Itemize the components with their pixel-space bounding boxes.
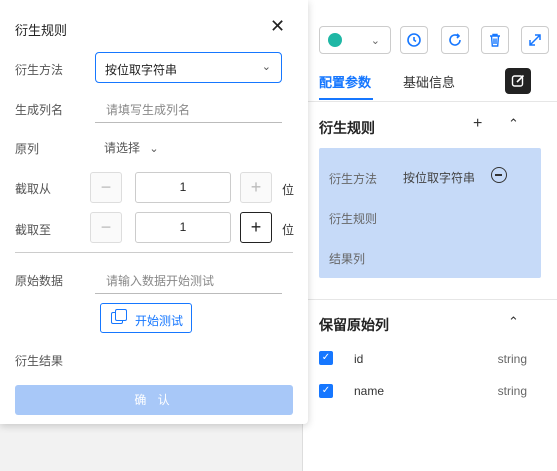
- copy-icon-front: [115, 309, 127, 321]
- from-label: 截取从: [15, 182, 52, 196]
- card-method-value: 按位取字符串: [403, 171, 476, 185]
- derive-rule-modal: 衍生规则 ✕ 衍生方法 按位取字符串 ⌄ 生成列名 请填写生成列名 原列 请选择…: [0, 0, 308, 424]
- rule-section-title: 衍生规则: [319, 120, 375, 136]
- chevron-down-icon: ⌄: [370, 35, 380, 47]
- rawdata-label: 原始数据: [15, 274, 64, 288]
- add-rule-icon[interactable]: +: [473, 115, 482, 133]
- refresh-button[interactable]: [441, 26, 469, 54]
- divider: [15, 252, 293, 253]
- to-input[interactable]: 1: [135, 212, 231, 243]
- column-type: string: [497, 384, 527, 398]
- collapse-keep-icon[interactable]: ⌃: [508, 314, 519, 330]
- from-decrement-button[interactable]: −: [90, 172, 122, 203]
- start-test-button[interactable]: 开始测试: [100, 303, 192, 333]
- trash-icon: [490, 33, 500, 47]
- method-label: 衍生方法: [15, 63, 64, 77]
- to-unit: 位: [282, 223, 295, 237]
- rawdata-placeholder: 请输入数据开始测试: [106, 274, 215, 288]
- delete-button[interactable]: [481, 26, 509, 54]
- source-label: 原列: [15, 142, 40, 156]
- colname-placeholder: 请填写生成列名: [106, 103, 191, 117]
- expand-button[interactable]: [521, 26, 549, 54]
- from-unit: 位: [282, 183, 295, 197]
- history-icon: [407, 33, 421, 47]
- method-select[interactable]: 按位取字符串 ⌄: [95, 52, 282, 83]
- remove-rule-icon[interactable]: [491, 167, 507, 183]
- chevron-down-icon: ⌄: [261, 61, 271, 73]
- column-type: string: [497, 352, 527, 366]
- colname-input[interactable]: 请填写生成列名: [95, 95, 282, 123]
- source-select-value: 请选择: [104, 141, 141, 155]
- modal-title: 衍生规则: [15, 23, 68, 38]
- history-button[interactable]: [400, 26, 428, 54]
- toolbar: ⌄: [311, 24, 557, 54]
- chevron-down-icon: ⌄: [149, 143, 159, 155]
- divider: [303, 101, 557, 102]
- close-icon[interactable]: ✕: [270, 17, 285, 35]
- checkbox-id[interactable]: ✓: [319, 351, 333, 365]
- start-test-label: 开始测试: [135, 314, 184, 328]
- colname-label: 生成列名: [15, 103, 64, 117]
- card-result-label: 结果列: [329, 252, 366, 266]
- edit-icon: [511, 74, 525, 87]
- active-tab-indicator: [319, 98, 373, 100]
- method-select-value: 按位取字符串: [105, 63, 178, 77]
- to-label: 截取至: [15, 223, 52, 237]
- tab-config[interactable]: 配置参数: [319, 72, 371, 91]
- node-type-select[interactable]: ⌄: [319, 26, 391, 54]
- result-label: 衍生结果: [15, 354, 64, 368]
- refresh-icon: [449, 33, 461, 46]
- right-panel: ⌄ 配置参数 基础信息 衍生规则 + ⌃ 衍生方法 按位取字符串 衍生规则 结果…: [302, 0, 557, 471]
- edit-button[interactable]: [505, 68, 531, 94]
- to-decrement-button[interactable]: −: [90, 212, 122, 243]
- keep-section-title: 保留原始列: [319, 317, 389, 333]
- expand-icon: [529, 34, 541, 46]
- column-name: name: [354, 384, 385, 398]
- card-rule-label: 衍生规则: [329, 212, 378, 226]
- column-name: id: [354, 352, 364, 366]
- from-input[interactable]: 1: [135, 172, 231, 203]
- to-increment-button[interactable]: +: [240, 212, 272, 243]
- from-increment-button[interactable]: +: [240, 172, 272, 203]
- rule-card[interactable]: 衍生方法 按位取字符串 衍生规则 结果列: [319, 148, 541, 278]
- collapse-rule-icon[interactable]: ⌃: [508, 116, 519, 132]
- source-select[interactable]: 请选择 ⌄: [104, 139, 159, 156]
- node-type-icon: [328, 33, 342, 47]
- tab-basic-info[interactable]: 基础信息: [403, 72, 455, 91]
- checkbox-name[interactable]: ✓: [319, 384, 333, 398]
- confirm-button[interactable]: 确 认: [15, 385, 293, 415]
- card-method-label: 衍生方法: [329, 172, 378, 186]
- rawdata-input[interactable]: 请输入数据开始测试: [95, 266, 282, 294]
- divider: [303, 299, 557, 300]
